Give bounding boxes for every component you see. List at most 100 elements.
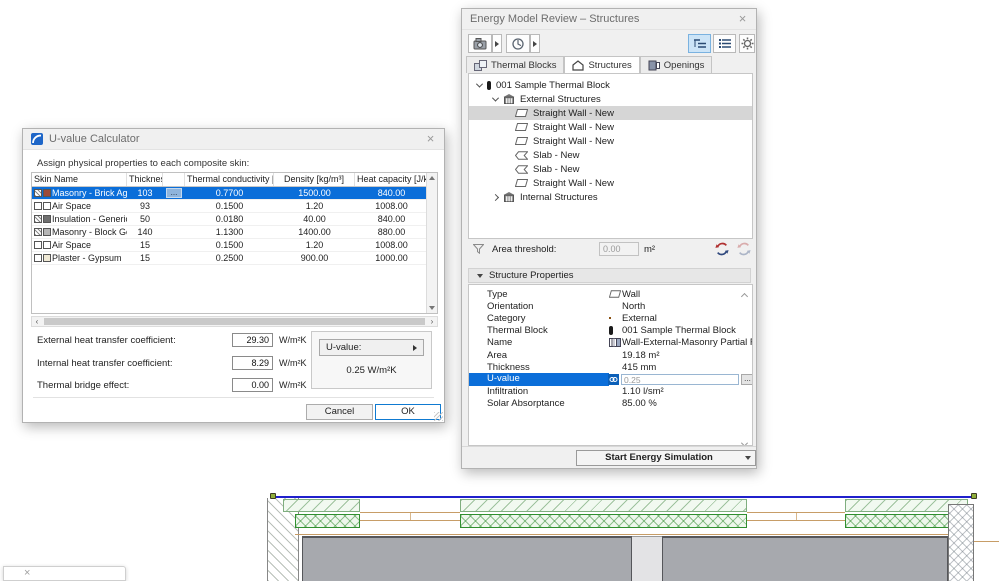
structure-properties-header[interactable]: Structure Properties (468, 268, 751, 283)
tree-item-thermal-block[interactable]: 001 Sample Thermal Block (469, 78, 752, 92)
thermal-bridge-label: Thermal bridge effect: (37, 380, 130, 391)
scroll-up-icon[interactable] (429, 176, 435, 180)
floor-plan-canvas[interactable] (245, 490, 999, 581)
lintel-lines (747, 512, 845, 521)
external-coefficient-input[interactable] (232, 333, 273, 347)
tree-item-external-structures[interactable]: External Structures (469, 92, 752, 106)
column-header[interactable]: Density [kg/m³] (274, 173, 355, 186)
density-value: 1500.00 (298, 188, 331, 198)
vertical-scrollbar[interactable] (426, 173, 437, 313)
cancel-button[interactable]: Cancel (306, 404, 373, 420)
table-row[interactable]: Insulation - Generic ... 50 0.0180 40.00… (32, 213, 437, 226)
property-row[interactable]: Thickness 415 mm (469, 361, 752, 373)
fill-pattern-swatch (34, 215, 42, 223)
scroll-down-icon[interactable] (429, 306, 435, 310)
property-row-u-value[interactable]: U-value ... (469, 373, 752, 386)
structure-properties-panel: Type Wall Orientation North Category Ext… (468, 284, 753, 446)
tree-item-wall[interactable]: Straight Wall - New (469, 176, 752, 190)
energy-model-options-dropdown[interactable] (492, 34, 502, 53)
slab-icon (515, 150, 528, 160)
tree-item-slab[interactable]: Slab - New (469, 162, 752, 176)
u-value-input[interactable] (621, 374, 739, 385)
expander-icon[interactable] (475, 80, 484, 88)
tab-structures[interactable]: Structures (564, 56, 640, 74)
selection-handle[interactable] (270, 493, 276, 499)
expander-icon[interactable] (491, 193, 500, 201)
horizontal-scrollbar[interactable]: ‹ › (31, 316, 438, 327)
start-simulation-dropdown[interactable] (741, 450, 756, 466)
update-review-button[interactable] (715, 242, 729, 261)
table-row[interactable]: Air Space 93 0.1500 1.20 1008.00 (32, 200, 437, 213)
table-row[interactable]: Plaster - Gypsum 15 0.2500 900.00 1000.0… (32, 252, 437, 265)
property-row[interactable]: Name Wall-External-Masonry Partial Fill (469, 337, 752, 349)
scroll-up-icon[interactable] (740, 292, 749, 301)
structures-icon (572, 60, 585, 71)
thickness-value: 15 (139, 240, 150, 250)
property-label: Solar Absorptance (487, 398, 565, 410)
joint-strip (632, 536, 662, 581)
tree-item-wall[interactable]: Straight Wall - New (469, 120, 752, 134)
u-value-mode-button[interactable]: U-value: (319, 339, 424, 356)
resize-grip[interactable] (434, 412, 443, 421)
column-header[interactable]: Heat capacity [J/kgK] (355, 173, 428, 186)
property-row[interactable]: Infiltration 1.10 l/sm² (469, 386, 752, 398)
column-header[interactable] (163, 173, 185, 186)
column-header[interactable]: Skin Name (32, 173, 127, 186)
expander-icon[interactable] (491, 94, 500, 102)
tree-item-wall[interactable]: Straight Wall - New (469, 106, 752, 120)
skin-browse-button[interactable]: ... (166, 188, 182, 198)
property-value: Wall-External-Masonry Partial Fill (622, 337, 752, 349)
property-row[interactable]: Orientation North (469, 300, 752, 312)
area-threshold-input[interactable] (599, 242, 639, 256)
tree-item-slab[interactable]: Slab - New (469, 148, 752, 162)
property-row[interactable]: Type Wall (469, 288, 752, 301)
column-header[interactable]: Thickness (127, 173, 163, 186)
ok-button[interactable]: OK (375, 404, 441, 420)
property-label: Orientation (487, 300, 534, 312)
mini-palette[interactable]: × (3, 566, 126, 581)
internal-coefficient-input[interactable] (232, 356, 273, 370)
wall-end-hatch (948, 504, 974, 581)
energy-model-options-button[interactable] (468, 34, 492, 53)
review-update-dropdown[interactable] (530, 34, 540, 53)
property-row[interactable]: Solar Absorptance 85.00 % (469, 398, 752, 410)
close-icon[interactable]: × (734, 11, 751, 28)
chevron-down-icon (495, 40, 499, 47)
review-update-button[interactable] (506, 34, 530, 53)
tab-openings[interactable]: Openings (639, 56, 713, 73)
property-row[interactable]: Thermal Block 001 Sample Thermal Block (469, 325, 752, 337)
density-value: 1.20 (305, 201, 324, 211)
dialog-titlebar[interactable]: Energy Model Review – Structures (462, 9, 756, 30)
table-row[interactable]: Air Space 15 0.1500 1.20 1008.00 (32, 239, 437, 252)
table-row[interactable]: Masonry - Brick Aged 103 ... 0.7700 1500… (32, 187, 437, 200)
u-value-browse-button[interactable]: ... (741, 374, 752, 385)
thermal-bridge-input[interactable] (232, 378, 273, 392)
scroll-left-icon[interactable]: ‹ (32, 317, 42, 326)
thickness-value: 15 (139, 253, 150, 263)
divider (33, 397, 434, 398)
tree-item-wall[interactable]: Straight Wall - New (469, 134, 752, 148)
property-row[interactable]: Category External (469, 312, 752, 324)
instruction-text: Assign physical properties to each compo… (37, 158, 250, 169)
fill-pattern-swatch (34, 202, 42, 210)
conductivity-value: 0.1500 (215, 240, 244, 250)
close-icon[interactable]: × (422, 131, 439, 148)
tree-item-label: Slab - New (533, 163, 580, 175)
table-row[interactable]: Masonry - Block Gen... 140 1.1300 1400.0… (32, 226, 437, 239)
tab-thermal-blocks[interactable]: Thermal Blocks (466, 56, 565, 73)
dialog-titlebar[interactable]: U-value Calculator (23, 129, 444, 150)
start-energy-simulation-button[interactable]: Start Energy Simulation (576, 450, 742, 466)
column-header[interactable]: Thermal conductivity [W/m... (185, 173, 274, 186)
scroll-right-icon[interactable]: › (427, 317, 437, 326)
settings-button[interactable] (739, 34, 755, 53)
list-view-toggle[interactable] (713, 34, 736, 53)
close-icon[interactable]: × (24, 567, 30, 580)
structure-tree-panel[interactable]: 001 Sample Thermal Block External Struct… (468, 73, 753, 239)
tree-item-internal-structures[interactable]: Internal Structures (469, 190, 752, 204)
selection-handle[interactable] (971, 493, 977, 499)
property-row[interactable]: Area 19.18 m² (469, 349, 752, 361)
selected-edge-line[interactable] (273, 496, 975, 498)
tree-view-toggle[interactable] (688, 34, 711, 53)
category-color-swatch (609, 317, 611, 320)
scrollbar-thumb[interactable] (44, 318, 425, 325)
